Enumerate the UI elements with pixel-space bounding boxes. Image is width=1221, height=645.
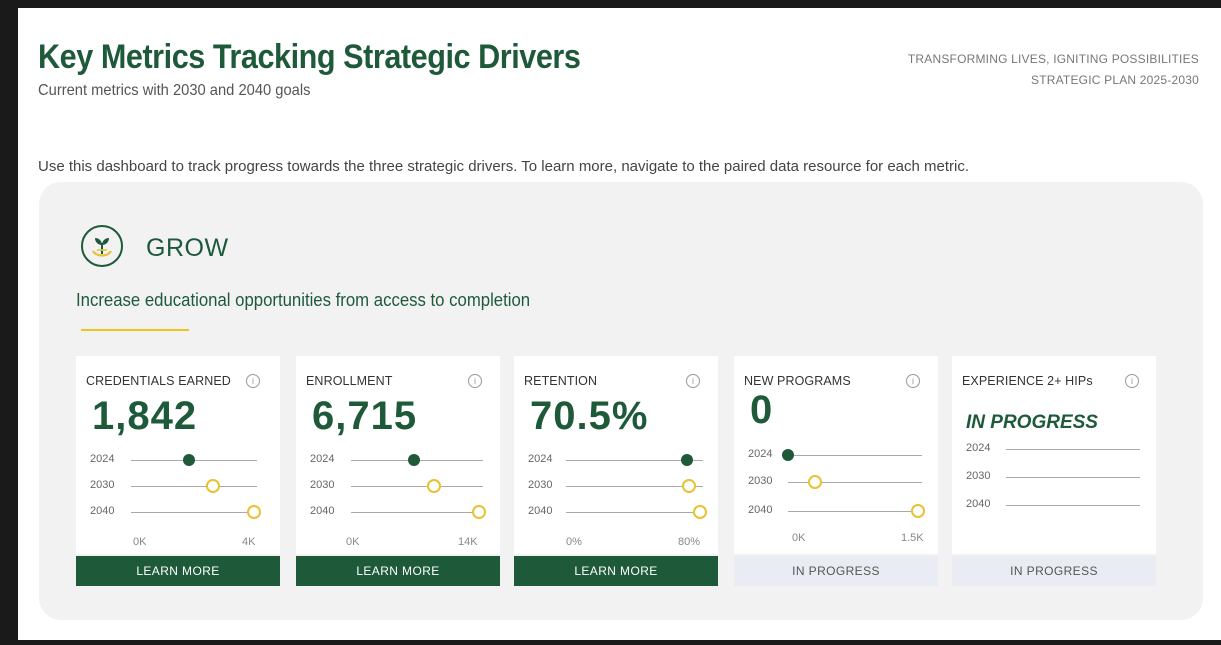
year-label-2040: 2040 bbox=[966, 498, 991, 510]
metric-card-hips: EXPERIENCE 2+ HIPs i IN PROGRESS 2024 203… bbox=[952, 356, 1156, 586]
info-icon[interactable]: i bbox=[686, 374, 700, 388]
track-line-2030 bbox=[1006, 477, 1140, 478]
metric-card-enrollment: ENROLLMENT i 6,715 2024 2030 2040 0K 14K L… bbox=[296, 356, 500, 586]
axis-max-label: 14K bbox=[458, 536, 478, 548]
card-title: NEW PROGRAMS bbox=[744, 374, 851, 388]
year-label-2030: 2030 bbox=[966, 470, 991, 482]
info-icon[interactable]: i bbox=[1125, 374, 1139, 388]
goal-marker-2040 bbox=[246, 505, 261, 519]
year-label-2030: 2030 bbox=[528, 479, 553, 491]
goal-marker-2040 bbox=[472, 505, 487, 519]
year-label-2024: 2024 bbox=[310, 453, 335, 465]
axis-max-label: 80% bbox=[678, 536, 701, 548]
current-value-marker bbox=[782, 449, 794, 461]
year-label-2040: 2040 bbox=[310, 505, 335, 517]
year-label-2030: 2030 bbox=[748, 475, 773, 487]
track-line-2040 bbox=[788, 511, 922, 512]
axis-min-label: 0K bbox=[346, 536, 360, 548]
card-title: ENROLLMENT bbox=[306, 374, 393, 388]
dashboard-frame: Key Metrics Tracking Strategic Drivers C… bbox=[18, 8, 1221, 640]
driver-description: Increase educational opportunities from … bbox=[76, 290, 531, 310]
grow-panel: GROW Increase educational opportunities … bbox=[39, 182, 1203, 620]
metric-value: 6,715 bbox=[312, 394, 418, 438]
card-title: CREDENTIALS EARNED bbox=[86, 374, 231, 388]
learn-more-button[interactable]: LEARN MORE bbox=[514, 556, 718, 586]
metric-value: 0 bbox=[750, 388, 774, 432]
track-line-2040 bbox=[351, 512, 483, 513]
in-progress-status: IN PROGRESS bbox=[952, 556, 1156, 586]
driver-title: GROW bbox=[146, 234, 229, 262]
info-icon[interactable]: i bbox=[906, 374, 920, 388]
learn-more-button[interactable]: LEARN MORE bbox=[296, 556, 500, 586]
goal-marker-2030 bbox=[426, 479, 441, 493]
axis-max-label: 1.5K bbox=[901, 532, 924, 544]
metric-card-credentials: CREDENTIALS EARNED i 1,842 2024 2030 2040 … bbox=[76, 356, 280, 586]
track-line-2024 bbox=[1006, 449, 1140, 450]
year-label-2040: 2040 bbox=[528, 505, 553, 517]
info-icon[interactable]: i bbox=[468, 374, 482, 388]
track-line-2040 bbox=[1006, 505, 1140, 506]
year-label-2024: 2024 bbox=[90, 453, 115, 465]
year-label-2040: 2040 bbox=[90, 505, 115, 517]
metric-card-new-programs: NEW PROGRAMS i 0 2024 2030 2040 0K 1.5K IN… bbox=[734, 356, 938, 586]
year-label-2024: 2024 bbox=[528, 453, 553, 465]
current-value-marker bbox=[680, 454, 693, 466]
in-progress-status: IN PROGRESS bbox=[734, 556, 938, 586]
track-line-2040 bbox=[131, 512, 257, 513]
card-title: EXPERIENCE 2+ HIPs bbox=[962, 374, 1093, 388]
tagline-line-1: TRANSFORMING LIVES, IGNITING POSSIBILITI… bbox=[907, 52, 1199, 66]
accent-divider bbox=[81, 329, 189, 331]
sprout-icon bbox=[81, 225, 123, 267]
year-label-2030: 2030 bbox=[310, 479, 335, 491]
goal-marker-2030 bbox=[807, 475, 822, 489]
year-label-2040: 2040 bbox=[748, 504, 773, 516]
year-label-2024: 2024 bbox=[966, 442, 991, 454]
info-icon[interactable]: i bbox=[246, 374, 260, 388]
axis-max-label: 4K bbox=[242, 536, 256, 548]
axis-min-label: 0K bbox=[792, 532, 806, 544]
learn-more-button[interactable]: LEARN MORE bbox=[76, 556, 280, 586]
card-title: RETENTION bbox=[524, 374, 598, 388]
axis-min-label: 0K bbox=[133, 536, 147, 548]
current-value-marker bbox=[183, 454, 196, 466]
goal-marker-2040 bbox=[910, 504, 925, 518]
metric-status-text: IN PROGRESS bbox=[966, 412, 1098, 433]
goal-marker-2030 bbox=[682, 479, 697, 493]
metric-card-retention: RETENTION i 70.5% 2024 2030 2040 0% 80% LE… bbox=[514, 356, 718, 586]
metric-value: 1,842 bbox=[92, 394, 198, 438]
track-line-2024 bbox=[788, 455, 922, 456]
tagline-line-2: STRATEGIC PLAN 2025-2030 bbox=[1031, 73, 1199, 87]
goal-marker-2030 bbox=[205, 479, 220, 493]
axis-min-label: 0% bbox=[566, 536, 582, 548]
metric-value: 70.5% bbox=[530, 394, 649, 438]
year-label-2030: 2030 bbox=[90, 479, 115, 491]
page-subtitle: Current metrics with 2030 and 2040 goals bbox=[38, 82, 311, 99]
current-value-marker bbox=[408, 454, 421, 466]
year-label-2024: 2024 bbox=[748, 448, 773, 460]
strategic-plan-tagline: TRANSFORMING LIVES, IGNITING POSSIBILITI… bbox=[908, 49, 1199, 91]
goal-marker-2040 bbox=[692, 505, 707, 519]
page-title: Key Metrics Tracking Strategic Drivers bbox=[38, 38, 581, 76]
track-line-2030 bbox=[131, 486, 257, 487]
track-line-2030 bbox=[351, 486, 483, 487]
intro-text: Use this dashboard to track progress tow… bbox=[38, 158, 970, 175]
track-line-2040 bbox=[566, 512, 703, 513]
